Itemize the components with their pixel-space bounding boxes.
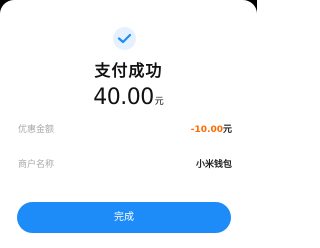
done-button[interactable]: 完成 — [17, 202, 231, 233]
merchant-label: 商户名称 — [18, 160, 55, 170]
amount-value: 40.00 — [93, 85, 154, 110]
payment-status-title: 支付成功 — [94, 61, 163, 80]
discount-amount: -10.00 — [190, 125, 223, 135]
discount-unit: 元 — [222, 125, 232, 135]
discount-row: 优惠金额 -10.00元 — [18, 122, 232, 136]
merchant-value: 小米钱包 — [195, 160, 232, 170]
payment-success-screen: 支付成功 40.00元 优惠金额 -10.00元 商户名称 小米钱包 完成 — [0, 0, 257, 248]
merchant-row: 商户名称 小米钱包 — [18, 157, 232, 171]
amount-currency: 元 — [154, 97, 164, 107]
discount-label: 优惠金额 — [18, 125, 55, 135]
discount-value: -10.00元 — [191, 122, 232, 135]
checkmark-icon — [113, 27, 136, 50]
result-sheet: 支付成功 40.00元 优惠金额 -10.00元 商户名称 小米钱包 完成 — [0, 0, 257, 248]
payment-amount: 40.00元 — [0, 86, 257, 114]
